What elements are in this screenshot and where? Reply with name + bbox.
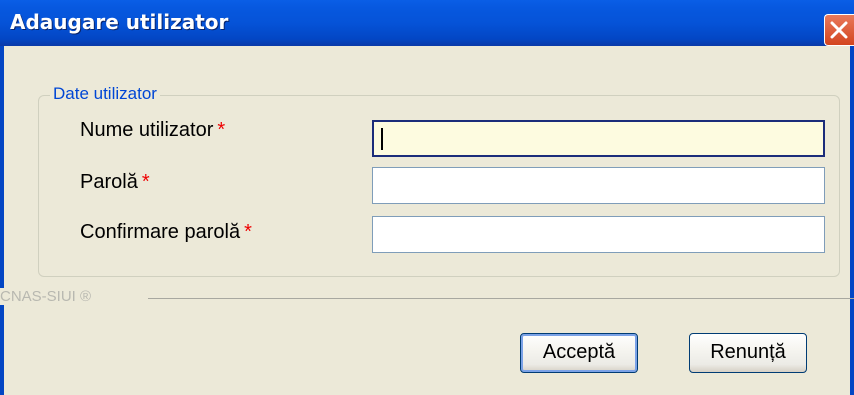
close-button[interactable] (824, 14, 854, 46)
required-mark: * (244, 221, 252, 243)
required-mark: * (217, 119, 226, 141)
confirm-password-field[interactable] (372, 216, 825, 253)
group-legend: Date utilizator (50, 84, 160, 104)
dialog-window: Adaugare utilizator Date utilizator Nume… (0, 0, 854, 395)
confirm-password-label: Confirmare parolă * (80, 221, 252, 243)
title-bar[interactable]: Adaugare utilizator (0, 0, 854, 46)
footer-divider (148, 298, 854, 299)
required-mark: * (141, 171, 150, 193)
brand-label: CNAS-SIUI ® (0, 288, 96, 305)
cancel-button[interactable]: Renunță (689, 333, 807, 373)
window-title: Adaugare utilizator (10, 10, 229, 34)
username-label: Nume utilizator * (80, 119, 226, 141)
accept-button[interactable]: Acceptă (520, 333, 638, 373)
username-field[interactable] (372, 120, 825, 157)
password-field[interactable] (372, 167, 825, 204)
text-caret (381, 128, 383, 150)
left-border (0, 46, 4, 395)
password-label: Parolă * (80, 171, 150, 193)
right-border (850, 46, 854, 395)
close-icon (830, 21, 848, 39)
